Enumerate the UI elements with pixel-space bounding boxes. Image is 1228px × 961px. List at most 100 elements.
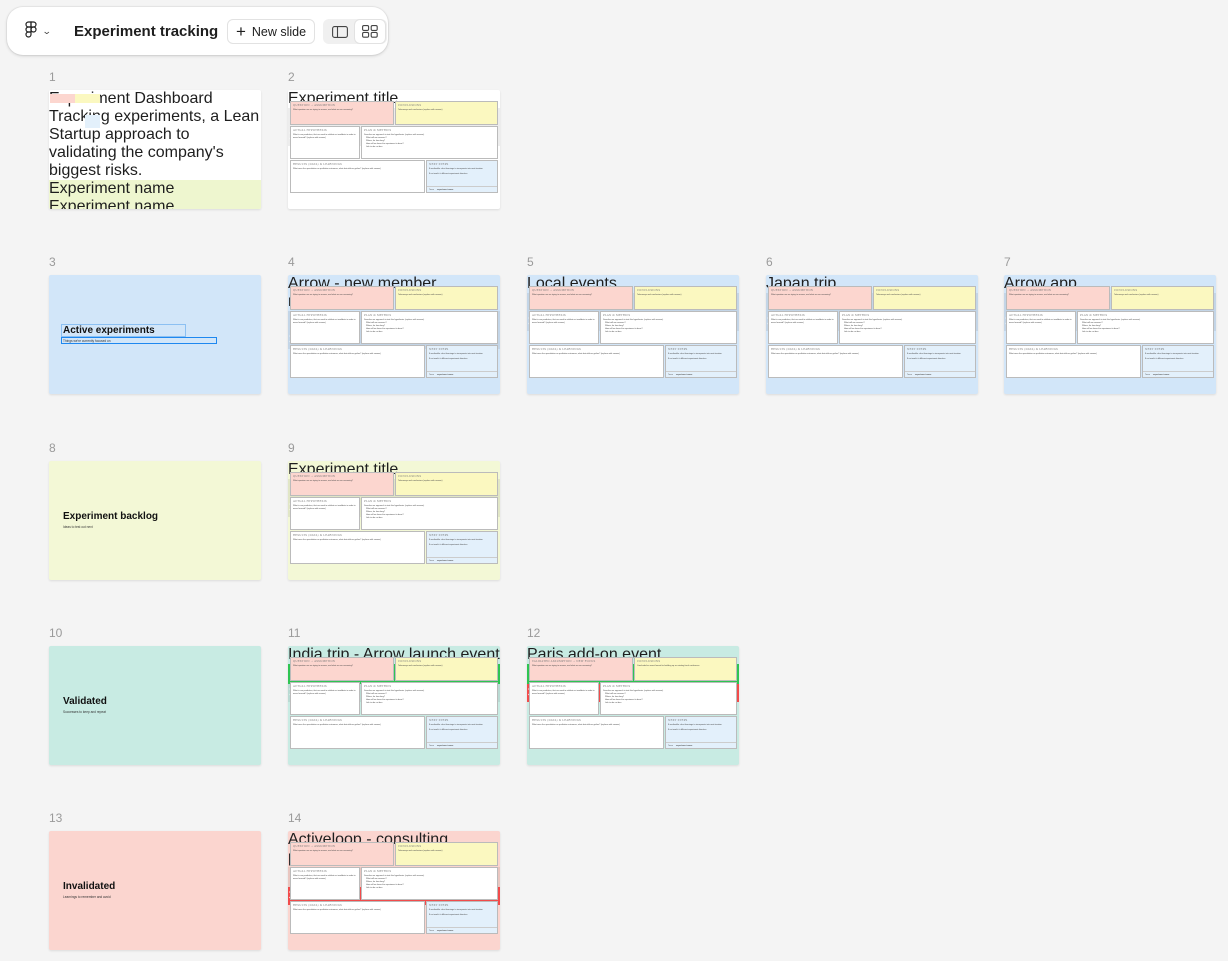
panel-icon <box>332 25 348 38</box>
slide-thumbnail[interactable]: Active experiments Things we're currently… <box>49 275 261 394</box>
slide-thumbnail[interactable]: Paris add-on event✓×Validated assumption… <box>527 646 739 765</box>
hypothesis-box-text: What is our prediction, that we need to … <box>532 690 595 695</box>
hypothesis-box: Actual hypothesis What is our prediction,… <box>1006 311 1076 344</box>
team-tag-value: experiment name <box>675 373 693 376</box>
conclusions-box: Conclusions Takeaways and conclusions (re… <box>395 842 498 866</box>
team-tag: Team experiment name <box>427 742 497 748</box>
slide-thumbnail[interactable]: India trip - Arrow launch event✓×Questio… <box>288 646 500 765</box>
question-box-heading: Question → Assumption <box>532 289 575 292</box>
hypothesis-box-heading: Actual hypothesis <box>293 129 327 132</box>
hypothesis-box-text: What is our prediction, that we need to … <box>293 134 356 139</box>
slide-thumbnail[interactable]: Experiment Dashboard Tracking experiments… <box>49 90 261 209</box>
bullet-item: Link to doc or idea <box>366 701 383 704</box>
main-menu-button[interactable]: ⌄ <box>24 21 60 41</box>
slide-thumbnail[interactable]: Experiment title✓×Question → AssumptionW… <box>288 90 500 209</box>
results-box-text: What were the quantitative or qualitativ… <box>293 724 381 726</box>
conclusions-box-text: Concluded on event format for building u… <box>637 665 700 667</box>
plus-icon: + <box>235 22 246 41</box>
slide-number: 8 <box>49 441 56 455</box>
hypothesis-box-heading: Actual hypothesis <box>293 870 327 873</box>
hypothesis-box-text: What is our prediction, that we need to … <box>293 319 356 324</box>
question-box-text: What question are we trying to answer, a… <box>293 665 353 667</box>
results-box-heading: Results (data) & learnings <box>293 904 342 907</box>
next-steps-box-text: If worthwhile: what learnings to incorpo… <box>668 353 722 355</box>
results-box-heading: Results (data) & learnings <box>771 348 820 351</box>
conclusions-box-heading: Conclusions <box>398 104 422 107</box>
question-box-text: What question are we trying to answer, a… <box>771 294 831 296</box>
hypothesis-box-heading: Actual hypothesis <box>293 500 327 503</box>
top-toolbar: ⌄ Experiment tracking ⌄ + New slide <box>7 7 388 55</box>
next-steps-box: Next steps If worthwhile: what learnings … <box>665 345 737 378</box>
hypothesis-box-text: What is our prediction, that we need to … <box>293 875 356 880</box>
slide-thumbnail[interactable]: Invalidated Learnings to remember and avo… <box>49 831 261 950</box>
section-title: Validated <box>63 696 107 707</box>
next-steps-box-text: If not worth it: different experiment di… <box>429 543 468 546</box>
plan-box-heading: Plan & metrics <box>1080 314 1108 317</box>
results-box-heading: Results (data) & learnings <box>293 163 342 166</box>
conclusions-box: Conclusions Takeaways and conclusions (re… <box>1111 286 1214 310</box>
hypothesis-box-heading: Actual hypothesis <box>293 314 327 317</box>
section-subtitle: Successes to keep and repeat <box>63 710 106 714</box>
team-tag-value: experiment name <box>914 373 932 376</box>
hypothesis-box: Actual hypothesis What is our prediction,… <box>290 311 360 344</box>
new-slide-button[interactable]: + New slide <box>227 19 315 44</box>
team-tag: Team experiment name <box>427 186 497 192</box>
plan-box: Plan & metrics Describe our approach to t… <box>600 311 737 344</box>
single-slide-view-button[interactable] <box>325 20 355 43</box>
team-tag: Team experiment name <box>905 371 975 377</box>
team-tag-value: experiment name <box>1152 373 1170 376</box>
slide-thumbnail[interactable]: Local events✓×Question → AssumptionWhat … <box>527 275 739 394</box>
bullet-item: Link to doc or idea <box>605 330 622 333</box>
slide-thumbnail[interactable]: Arrow app✓×Question → AssumptionWhat que… <box>1004 275 1216 394</box>
slide-thumbnail[interactable]: Japan trip✓×Question → AssumptionWhat qu… <box>766 275 978 394</box>
slide-thumbnail[interactable]: Activeloop - consulting project✓×Questio… <box>288 831 500 950</box>
slide-thumbnail[interactable]: Experiment title✓×Question → AssumptionW… <box>288 461 500 580</box>
results-box: Results (data) & learnings What were the … <box>290 901 425 934</box>
conclusions-box: Conclusions Concluded on event format for… <box>634 657 737 681</box>
conclusions-box: Conclusions Takeaways and conclusions (re… <box>395 101 498 125</box>
results-box-heading: Results (data) & learnings <box>293 719 342 722</box>
conclusions-box-text: Takeaways and conclusions (replace with … <box>876 294 921 296</box>
next-steps-box-heading: Next steps <box>668 719 688 722</box>
next-steps-box-text: If not worth it: different experiment di… <box>429 357 468 360</box>
conclusions-box-text: Takeaways and conclusions (replace with … <box>398 109 443 111</box>
plan-box: Plan & metrics Describe our approach to t… <box>600 682 737 715</box>
results-box-text: What were the quantitative or qualitativ… <box>532 353 620 355</box>
slide-thumbnail[interactable]: Arrow - new member recruitment✓×Question… <box>288 275 500 394</box>
slide-thumbnail[interactable]: Experiment backlog Ideas to test out next <box>49 461 261 580</box>
next-steps-box-text: If worthwhile: what learnings to incorpo… <box>429 539 483 541</box>
results-box-heading: Results (data) & learnings <box>293 348 342 351</box>
results-box-heading: Results (data) & learnings <box>532 348 581 351</box>
slide-number: 14 <box>288 811 302 825</box>
grid-view-button[interactable] <box>355 20 385 43</box>
next-steps-box-text: If not worth it: different experiment di… <box>429 172 468 175</box>
conclusions-box: Conclusions Takeaways and conclusions (re… <box>395 472 498 496</box>
plan-box: Plan & metrics Describe our approach to t… <box>361 682 498 715</box>
conclusions-box-text: Takeaways and conclusions (replace with … <box>398 665 443 667</box>
bullet-item: Link to doc or idea <box>366 516 383 519</box>
hypothesis-box: Actual hypothesis What is our prediction,… <box>290 126 360 159</box>
file-title: Experiment tracking <box>74 22 219 40</box>
section-title: Experiment backlog <box>63 511 159 522</box>
question-box-heading: Question → Assumption <box>293 289 336 292</box>
conclusions-box: Conclusions Takeaways and conclusions (re… <box>634 286 737 310</box>
next-steps-box-heading: Next steps <box>668 348 688 351</box>
question-box: Question → Assumption What question are w… <box>290 101 394 125</box>
conclusions-box-heading: Conclusions <box>876 289 900 292</box>
conclusions-box: Conclusions Takeaways and conclusions (re… <box>395 657 498 681</box>
slide-number: 9 <box>288 441 295 455</box>
question-box-heading: Question → Assumption <box>293 475 336 478</box>
slide-number: 11 <box>288 626 301 640</box>
conclusions-box-heading: Conclusions <box>398 289 422 292</box>
figma-logo-icon <box>25 21 37 38</box>
plan-box-heading: Plan & metrics <box>603 314 631 317</box>
hypothesis-box-text: What is our prediction, that we need to … <box>293 505 356 510</box>
chevron-down-icon: ⌄ <box>41 25 52 36</box>
slide-number: 13 <box>49 811 63 825</box>
plan-box-heading: Plan & metrics <box>842 314 870 317</box>
file-title-menu[interactable]: Experiment tracking ⌄ <box>74 21 235 41</box>
slide-number: 2 <box>288 70 295 84</box>
slide-thumbnail[interactable]: Validated Successes to keep and repeat <box>49 646 261 765</box>
conclusions-box-heading: Conclusions <box>637 660 661 663</box>
hypothesis-box-text: What is our prediction, that we need to … <box>293 690 356 695</box>
